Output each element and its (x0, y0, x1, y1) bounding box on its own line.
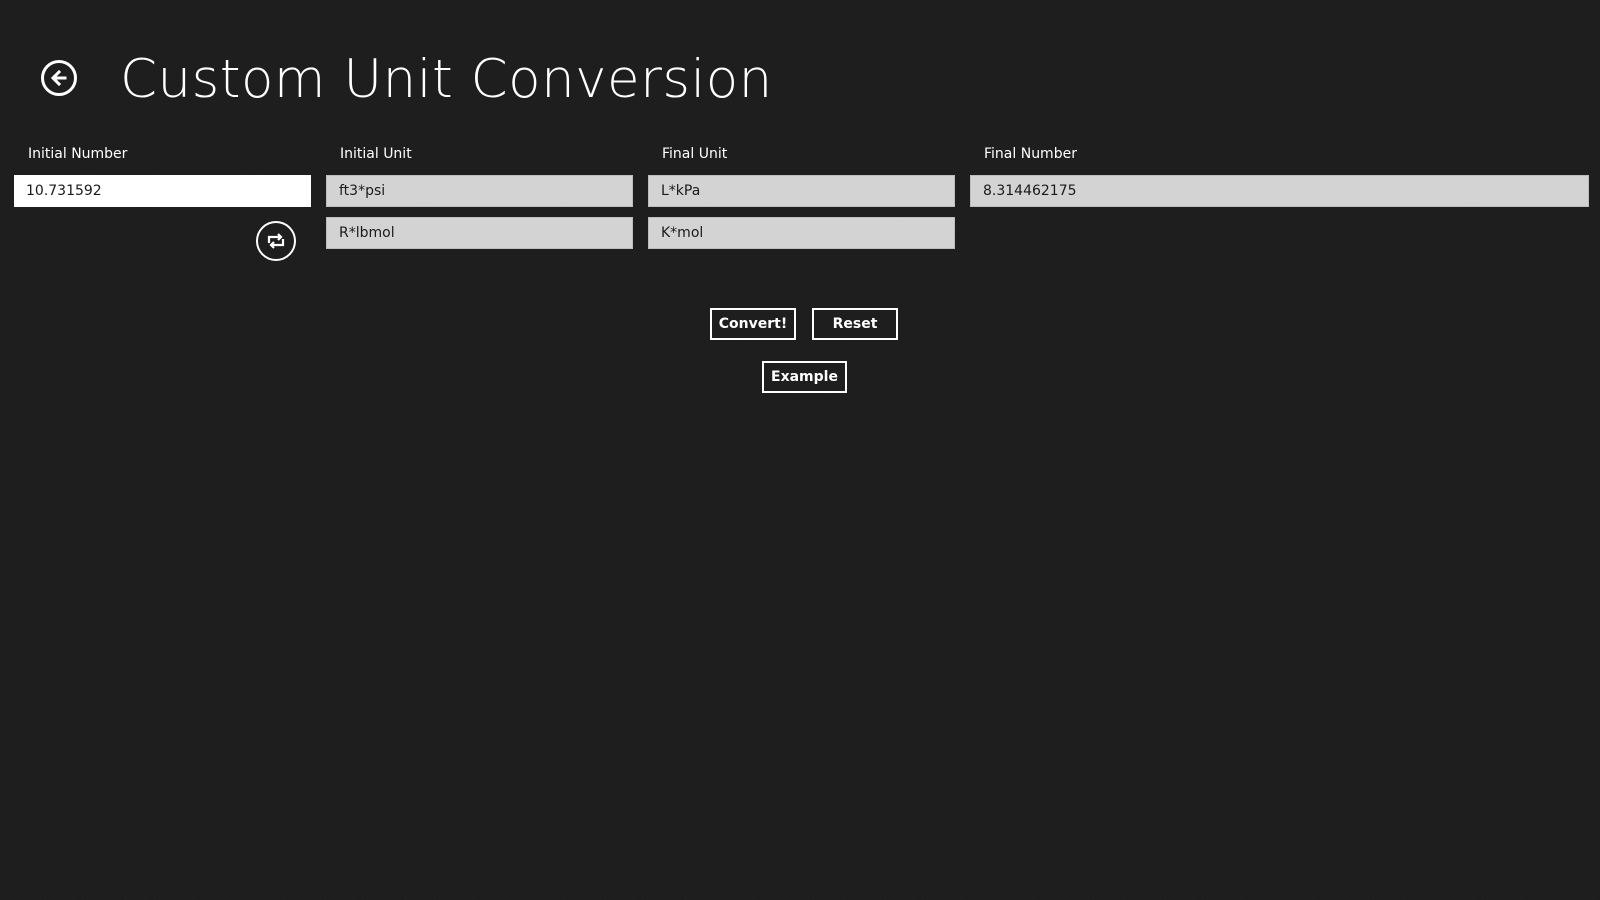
reset-button[interactable]: Reset (812, 308, 898, 340)
final-unit-denominator-input[interactable] (648, 217, 955, 249)
label-final-number: Final Number (984, 146, 1077, 162)
label-final-unit: Final Unit (662, 146, 728, 162)
swap-arrows-icon (267, 233, 285, 249)
example-button[interactable]: Example (762, 361, 847, 393)
label-initial-unit: Initial Unit (340, 146, 412, 162)
final-number-output[interactable] (970, 175, 1589, 207)
initial-unit-numerator-input[interactable] (326, 175, 633, 207)
initial-number-input[interactable] (14, 175, 311, 207)
initial-unit-denominator-input[interactable] (326, 217, 633, 249)
swap-units-button[interactable] (256, 221, 296, 261)
back-arrow-icon[interactable] (41, 60, 77, 96)
page-title: Custom Unit Conversion (120, 49, 773, 110)
convert-button[interactable]: Convert! (710, 308, 796, 340)
final-unit-numerator-input[interactable] (648, 175, 955, 207)
app-page: Custom Unit Conversion Initial Number In… (0, 0, 1600, 900)
label-initial-number: Initial Number (28, 146, 128, 162)
